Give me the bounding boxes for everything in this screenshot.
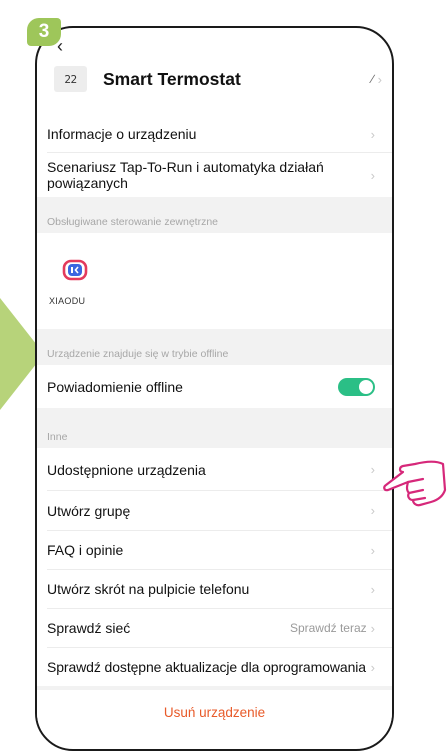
thermostat-device-icon: 22 xyxy=(54,66,87,92)
chevron-right-icon: › xyxy=(370,581,375,597)
section-header-other: Inne xyxy=(37,408,392,448)
row-label: FAQ i opinie xyxy=(47,542,124,558)
chevron-right-icon: › xyxy=(370,620,375,636)
xiaodu-icon[interactable] xyxy=(62,259,88,281)
section-header-external-control: Obsługiwane sterowanie zewnętrzne xyxy=(37,197,392,233)
row-label: Informacje o urządzeniu xyxy=(47,126,197,142)
row-label: Powiadomienie offline xyxy=(47,378,183,395)
check-network-value: Sprawdź teraz xyxy=(289,621,367,635)
row-create-group[interactable]: Utwórz grupę › xyxy=(37,491,392,530)
device-header: 22 Smart Termostat ∕ › xyxy=(37,61,392,97)
row-shared-devices[interactable]: Udostępnione urządzenia › xyxy=(37,449,392,490)
row-check-network[interactable]: Sprawdź sieć Sprawdź teraz › xyxy=(37,609,392,647)
row-label: Utwórz skrót na pulpicie telefonu xyxy=(47,581,250,597)
row-faq[interactable]: FAQ i opinie › xyxy=(37,531,392,569)
chevron-right-icon: › xyxy=(370,126,375,142)
chevron-right-icon[interactable]: › xyxy=(378,72,382,87)
page-title: Smart Termostat xyxy=(103,68,241,89)
row-label: Sprawdź dostępne aktualizacje dla oprogr… xyxy=(47,659,366,675)
pencil-icon[interactable]: ∕ xyxy=(372,72,374,86)
row-shortcut[interactable]: Utwórz skrót na pulpicie telefonu › xyxy=(37,570,392,608)
step-badge: 3 xyxy=(27,18,61,46)
row-offline-notification: Powiadomienie offline xyxy=(37,365,392,408)
section-header-offline: Urządzenie znajduje się w trybie offline xyxy=(37,329,392,365)
row-label: Utwórz grupę xyxy=(47,502,131,519)
row-label: Udostępnione urządzenia xyxy=(47,461,206,478)
row-check-updates[interactable]: Sprawdź dostępne aktualizacje dla oprogr… xyxy=(37,648,392,686)
row-label: Scenariusz Tap-To-Run i automatyka dział… xyxy=(47,159,324,191)
xiaodu-label: XIAODU xyxy=(49,296,86,306)
step-number: 3 xyxy=(38,21,50,42)
offline-notification-toggle[interactable] xyxy=(338,377,375,396)
chevron-right-icon: › xyxy=(370,462,375,477)
remove-device-button[interactable]: Usuń urządzenie xyxy=(37,690,392,735)
chevron-right-icon: › xyxy=(370,503,375,518)
chevron-right-icon: › xyxy=(370,167,375,183)
row-tap-to-run[interactable]: Scenariusz Tap-To-Run i automatyka dział… xyxy=(37,153,392,197)
chevron-right-icon: › xyxy=(370,659,375,675)
pointing-hand-icon xyxy=(383,460,447,507)
row-device-info[interactable]: Informacje o urządzeniu › xyxy=(37,116,392,152)
row-label: Sprawdź sieć xyxy=(47,620,131,636)
chevron-right-icon: › xyxy=(370,542,375,558)
phone-frame: ‹ 22 Smart Termostat ∕ › Informacje o ur… xyxy=(35,26,394,751)
